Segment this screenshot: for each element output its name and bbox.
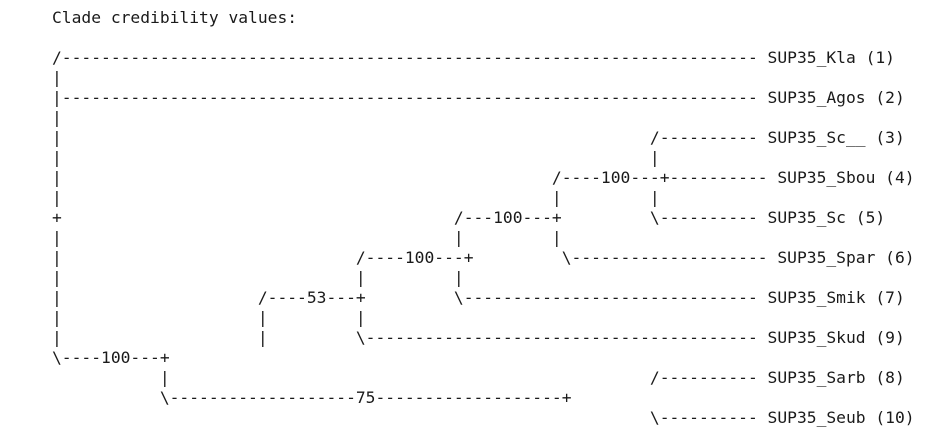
tree-line-smik: | /----53---+ \-------------------------… <box>52 288 905 307</box>
tree-line-sbou: | /----100---+---------- SUP35_Sbou (4) <box>52 168 915 187</box>
tree-line-root: \----100---+ <box>52 348 170 367</box>
tree-line: | | | <box>52 228 562 247</box>
tree-line-sarb: | /---------- SUP35_Sarb (8) <box>52 368 905 387</box>
tree-line: | | | <box>52 308 366 327</box>
tree-line: | | | <box>52 268 464 287</box>
tree-line <box>52 28 915 48</box>
tree-line: | | | <box>52 188 660 207</box>
clade-tree-output: Clade credibility values: /--------------… <box>52 8 915 428</box>
tree-line: | <box>52 68 62 87</box>
tree-line-skud: | | \-----------------------------------… <box>52 328 905 347</box>
tree-title: Clade credibility values: <box>52 8 298 27</box>
tree-line: | | <box>52 148 660 167</box>
tree-line-kla: /---------------------------------------… <box>52 48 895 67</box>
tree-line-sc3: | /---------- SUP35_Sc__ (3) <box>52 128 905 147</box>
tree-line: \-------------------75------------------… <box>52 388 572 407</box>
tree-line: | <box>52 108 62 127</box>
tree-line-agos: |---------------------------------------… <box>52 88 905 107</box>
tree-line-sc5: + /---100---+ \---------- SUP35_Sc (5) <box>52 208 886 227</box>
tree-line-seub: \---------- SUP35_Seub (10) <box>52 408 915 427</box>
tree-line-spar: | /----100---+ \-------------------- SUP… <box>52 248 915 267</box>
